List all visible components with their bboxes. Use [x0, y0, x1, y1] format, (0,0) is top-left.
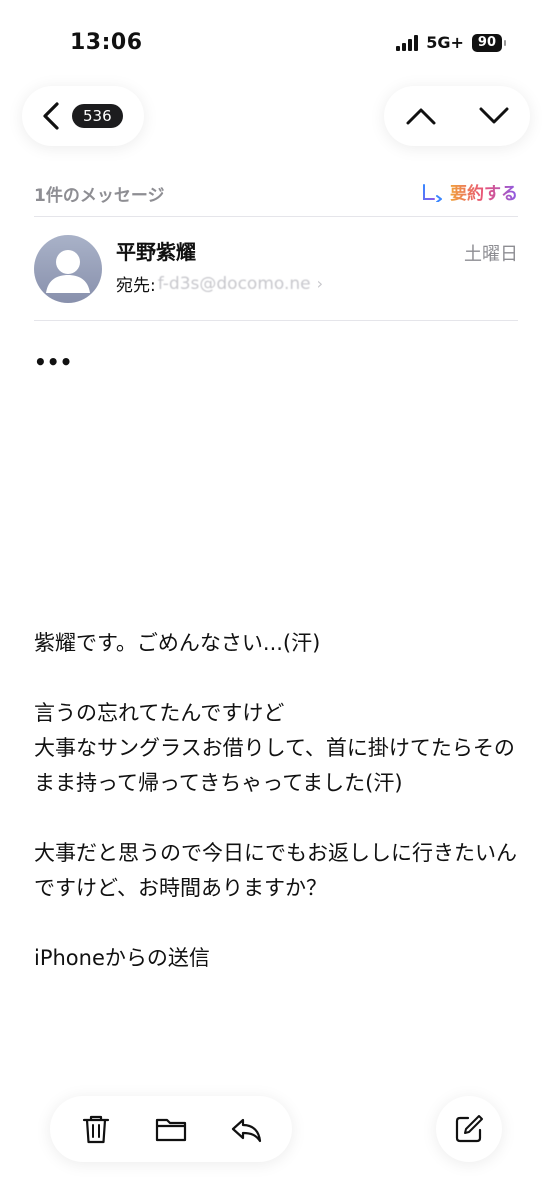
- body-paragraph: 紫耀です。ごめんなさい...(汗): [34, 631, 321, 655]
- signature: iPhoneからの送信: [34, 946, 210, 970]
- recipient-address: f-d3s@docomo.ne: [157, 273, 311, 294]
- bottom-toolbar: [50, 1096, 292, 1162]
- reply-icon[interactable]: [229, 1112, 263, 1146]
- chevron-left-icon: [43, 102, 59, 130]
- chevron-up-icon[interactable]: [405, 106, 437, 126]
- summarize-icon: [423, 183, 442, 202]
- message-date: 土曜日: [464, 244, 518, 265]
- body-paragraph: 言うの忘れてたんですけど: [34, 701, 285, 725]
- recipient-prefix: 宛先:: [116, 276, 156, 296]
- sender-name[interactable]: 平野紫耀: [116, 236, 196, 265]
- compose-icon: [455, 1115, 483, 1143]
- signal-icon: [396, 34, 419, 51]
- quoted-text-toggle[interactable]: •••: [34, 350, 72, 374]
- status-time: 13:06: [70, 30, 143, 55]
- message-count: 1件のメッセージ: [34, 186, 165, 206]
- summarize-button[interactable]: 要約する: [422, 179, 518, 204]
- divider: [34, 216, 518, 217]
- status-indicators: 5G+ 90: [396, 33, 506, 52]
- person-icon: [46, 250, 90, 293]
- network-label: 5G+: [426, 33, 464, 52]
- summarize-label: 要約する: [450, 179, 518, 204]
- body-paragraph: 大事だと思うので今日にでもお返ししに行きたいんですけど、お時間ありますか？: [34, 841, 517, 900]
- body-paragraph: 大事なサングラスお借りして、首に掛けてたらそのまま持って帰ってきちゃってました(…: [34, 736, 515, 795]
- divider: [34, 320, 518, 321]
- battery-icon: 90: [471, 33, 506, 52]
- chevron-down-icon[interactable]: [478, 106, 510, 126]
- compose-button[interactable]: [436, 1096, 502, 1162]
- folder-icon[interactable]: [154, 1112, 188, 1146]
- back-button[interactable]: 536: [22, 86, 144, 146]
- message-body: 紫耀です。ごめんなさい...(汗) 言うの忘れてたんですけど 大事なサングラスお…: [34, 626, 524, 976]
- chevron-right-icon: ›: [316, 274, 324, 293]
- message-navigation: [384, 86, 530, 146]
- unread-count-badge: 536: [72, 104, 123, 128]
- avatar[interactable]: [34, 235, 102, 303]
- trash-icon[interactable]: [79, 1112, 113, 1146]
- battery-level: 90: [471, 33, 502, 52]
- recipient-line[interactable]: 宛先: f-d3s@docomo.ne ›: [116, 271, 324, 297]
